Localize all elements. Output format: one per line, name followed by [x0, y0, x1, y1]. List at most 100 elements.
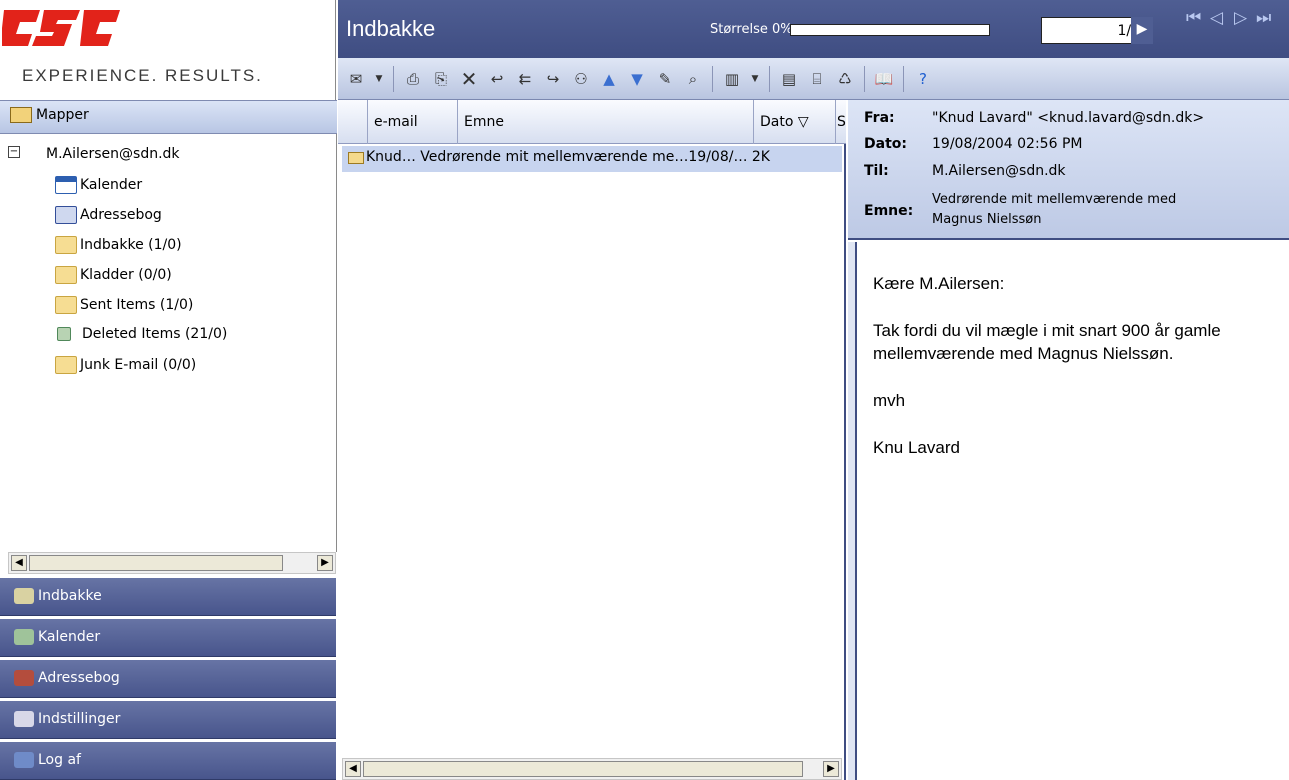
nav-label: Adressebog — [38, 670, 120, 686]
nav-adressebog[interactable]: Adressebog — [0, 660, 336, 698]
folder-item-kalender[interactable]: Kalender — [55, 176, 142, 194]
first-page-icon[interactable]: ⏮ — [1186, 8, 1201, 28]
scroll-left-icon[interactable]: ◀ — [11, 555, 27, 571]
folder-tree: − M.Ailersen@sdn.dk Kalender Adressebog … — [0, 134, 337, 552]
book-icon[interactable]: 📖 — [872, 67, 896, 91]
column-size[interactable]: S — [836, 100, 846, 144]
folder-icon — [55, 296, 77, 314]
nav-label: Indbakke — [38, 588, 102, 604]
scroll-thumb[interactable] — [29, 555, 283, 571]
folder-label: Junk E-mail (0/0) — [80, 357, 197, 373]
address-book-icon — [55, 206, 77, 224]
addresses-icon[interactable]: ⚇ — [569, 67, 593, 91]
new-dropdown-icon[interactable]: ▼ — [372, 67, 386, 91]
scroll-right-icon[interactable]: ▶ — [823, 761, 839, 777]
folder-item-sent[interactable]: Sent Items (1/0) — [55, 296, 193, 314]
subject-line-1: Vedrørende mit mellemværende med — [932, 192, 1177, 207]
last-page-icon[interactable]: ⏭ — [1256, 8, 1271, 28]
body-paragraph: Knu Lavard — [873, 438, 960, 457]
delete-icon[interactable]: ✕ — [457, 67, 481, 91]
horizontal-scrollbar[interactable]: ◀ ▶ — [342, 758, 842, 780]
logo-tagline: EXPERIENCE. RESULTS. — [22, 66, 263, 85]
column-subject-label: Emne — [464, 114, 504, 130]
column-subject[interactable]: Emne — [458, 100, 754, 144]
collapse-icon[interactable]: − — [8, 146, 20, 158]
scroll-thumb[interactable] — [363, 761, 803, 777]
go-page-icon[interactable]: ▶ — [1131, 17, 1153, 44]
preview-gutter — [848, 242, 855, 780]
nav-log-af[interactable]: Log af — [0, 742, 336, 780]
folder-icon — [55, 356, 77, 374]
size-progress-bar — [790, 24, 990, 36]
new-message-icon[interactable]: ✉ — [344, 67, 368, 91]
settings-icon — [14, 711, 34, 727]
nav-label: Log af — [38, 752, 81, 768]
up-icon[interactable]: ▲ — [597, 67, 621, 91]
empty-trash-icon[interactable]: ♺ — [833, 67, 857, 91]
logoff-icon — [14, 752, 34, 768]
to-value: M.Ailersen@sdn.dk — [932, 163, 1066, 179]
horizontal-scrollbar[interactable]: ◀ ▶ — [8, 552, 336, 574]
nav-kalender[interactable]: Kalender — [0, 619, 336, 657]
folder-label: Sent Items (1/0) — [80, 297, 194, 313]
from-value: "Knud Lavard" <knud.lavard@sdn.dk> — [932, 110, 1205, 126]
preview-header: Fra: "Knud Lavard" <knud.lavard@sdn.dk> … — [848, 100, 1289, 240]
date-value: 19/08/2004 02:56 PM — [932, 136, 1083, 152]
table-row[interactable]: Knud… Vedrørende mit mellemværende me…19… — [342, 146, 842, 172]
nav-label: Kalender — [38, 629, 101, 645]
folders-header-label: Mapper — [36, 107, 89, 123]
view-dropdown-icon[interactable]: ▼ — [748, 67, 762, 91]
body-paragraph: Kære M.Ailersen: — [873, 274, 1005, 293]
toolbar: ✉ ▼ ⎙ ⎘ ✕ ↩ ⇇ ↪ ⚇ ▲ ▼ ✎ ⌕ ▥ ▼ ▤ ⌸ ♺ 📖 ? — [338, 58, 1289, 100]
mark-icon[interactable]: ✎ — [653, 67, 677, 91]
nav-indstillinger[interactable]: Indstillinger — [0, 701, 336, 739]
down-icon[interactable]: ▼ — [625, 67, 649, 91]
column-email[interactable]: e-mail — [368, 100, 458, 144]
toolbar-divider — [769, 65, 770, 92]
column-email-label: e-mail — [374, 114, 418, 130]
search-folder-icon[interactable]: ⌸ — [805, 67, 829, 91]
folder-item-adressebog[interactable]: Adressebog — [55, 206, 162, 224]
scroll-right-icon[interactable]: ▶ — [317, 555, 333, 571]
print-icon[interactable]: ⎙ — [401, 67, 425, 91]
prev-page-icon[interactable]: ◁ — [1210, 8, 1223, 28]
toolbar-divider — [712, 65, 713, 92]
folder-label: Kladder (0/0) — [80, 267, 172, 283]
address-book-icon — [14, 670, 34, 686]
message-body: Kære M.Ailersen: Tak fordi du vil mægle … — [855, 242, 1289, 780]
from-label: Fra: — [864, 110, 895, 126]
calendar-icon — [14, 629, 34, 645]
help-icon[interactable]: ? — [911, 67, 935, 91]
column-date[interactable]: Dato ▽ — [754, 100, 836, 144]
move-icon[interactable]: ⎘ — [429, 67, 453, 91]
inbox-icon — [14, 588, 34, 604]
page-indicator[interactable]: 1/1 ▶ — [1041, 17, 1153, 44]
size-label: Størrelse 0% — [710, 22, 793, 37]
forward-icon[interactable]: ↪ — [541, 67, 565, 91]
folder-item-indbakke[interactable]: Indbakke (1/0) — [55, 236, 182, 254]
folder-item-kladder[interactable]: Kladder (0/0) — [55, 266, 172, 284]
toolbar-divider — [903, 65, 904, 92]
title-bar: Indbakke Størrelse 0% 1/1 ▶ ⏮ ◁ ▷ ⏭ — [338, 0, 1289, 58]
folder-item-junk[interactable]: Junk E-mail (0/0) — [55, 356, 196, 374]
layout-icon[interactable]: ▤ — [777, 67, 801, 91]
reply-icon[interactable]: ↩ — [485, 67, 509, 91]
envelope-icon — [348, 152, 364, 164]
folder-item-deleted[interactable]: Deleted Items (21/0) — [57, 326, 227, 342]
scroll-left-icon[interactable]: ◀ — [345, 761, 361, 777]
column-icon[interactable] — [338, 100, 368, 144]
folders-header: Mapper — [0, 100, 337, 134]
calendar-icon — [55, 176, 77, 194]
message-list: e-mail Emne Dato ▽ S Knud… Vedrørende mi… — [338, 100, 846, 780]
body-paragraph: Tak fordi du vil mægle i mit snart 900 å… — [873, 321, 1221, 363]
view-icon[interactable]: ▥ — [720, 67, 744, 91]
to-label: Til: — [864, 163, 889, 179]
find-icon[interactable]: ⌕ — [681, 67, 705, 91]
account-node[interactable]: M.Ailersen@sdn.dk — [46, 146, 180, 162]
next-page-icon[interactable]: ▷ — [1234, 8, 1247, 28]
reply-all-icon[interactable]: ⇇ — [513, 67, 537, 91]
nav-indbakke[interactable]: Indbakke — [0, 578, 336, 616]
folder-icon — [10, 107, 32, 123]
page-title: Indbakke — [346, 16, 436, 41]
toolbar-divider — [393, 65, 394, 92]
